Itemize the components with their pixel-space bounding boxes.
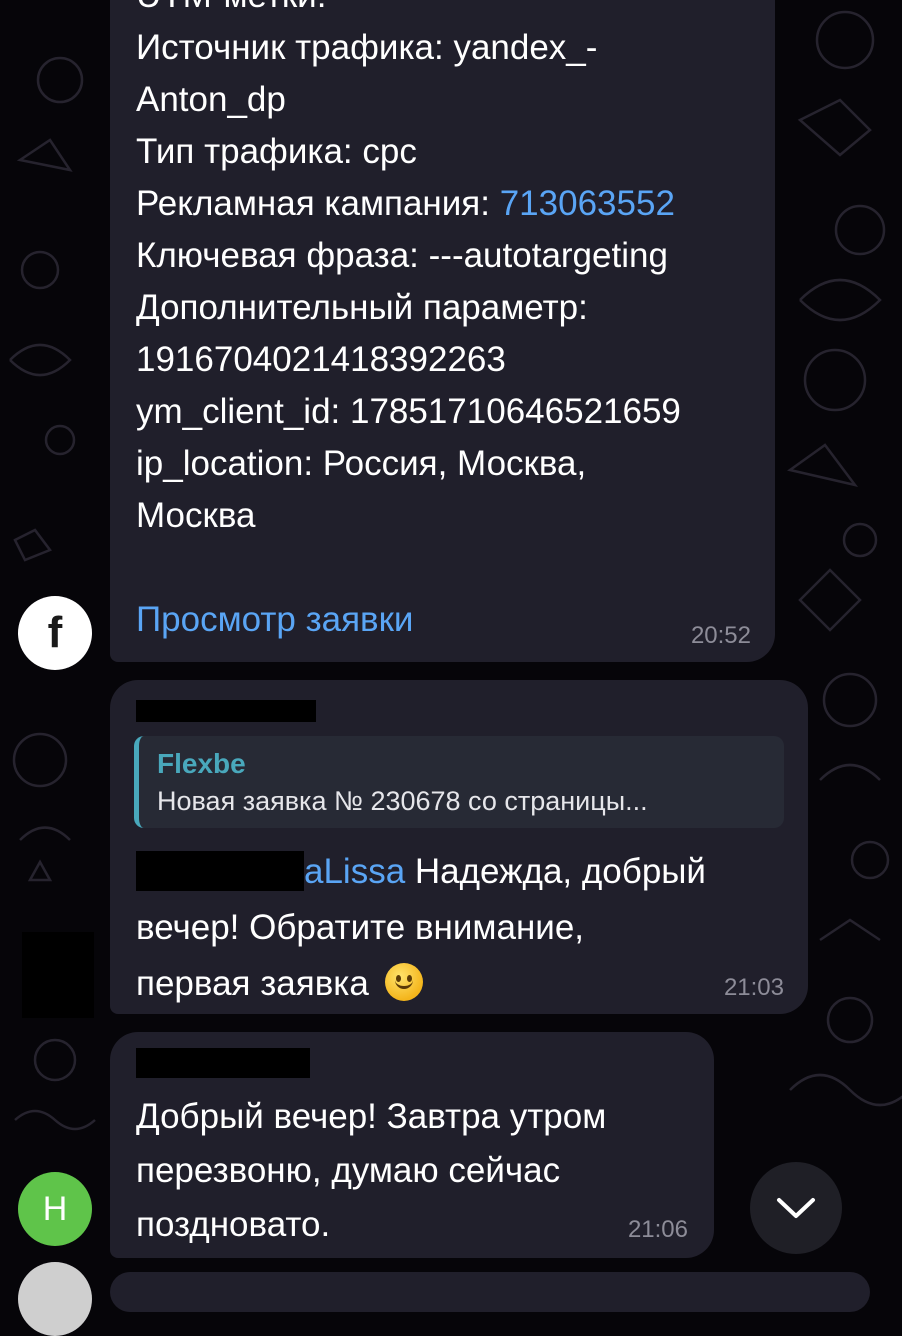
message-bubble-answer: Добрый вечер! Завтра утром перезвоню, ду… [110,1032,714,1258]
traffic-source-line: Источник трафика: yandex_- [136,28,598,67]
message-line-3: первая заявка [136,956,788,1012]
campaign-label: Рекламная кампания: [136,184,500,223]
scroll-down-button[interactable] [750,1162,842,1254]
keyword-line: Ключевая фраза: ---autotargeting [136,236,668,275]
facebook-icon: f [47,608,63,657]
user-avatar-photo[interactable] [18,1262,92,1336]
utm-header-line: UTM-метки: [136,0,755,22]
chevron-down-icon [777,1198,815,1218]
message-bubble-reply: Flexbe Новая заявка № 230678 со страницы… [110,680,808,1014]
message-time: 21:06 [627,1216,688,1243]
smile-emoji-icon [384,963,423,1001]
message-line-3: поздновато. [136,1205,331,1244]
user-avatar-h[interactable]: H [18,1172,92,1246]
ip-location-cont-line: Москва [136,496,256,535]
message-time: 21:03 [723,974,784,1001]
campaign-id-link[interactable]: 713063552 [500,184,675,223]
mention-redaction [136,851,304,891]
client-id-line: ym_client_id: 1785171064652165​9 [136,392,681,431]
reply-title: Flexbe [157,748,246,779]
message-time: 20:52 [690,622,751,649]
next-message-bubble [110,1272,870,1312]
message-line-1: Добрый вечер! Завтра утром [136,1097,607,1136]
sender-name-redacted [136,1048,310,1078]
message-line-3-text: первая заявка [136,964,369,1003]
redaction-bar [136,700,316,722]
message-line-1-text: Надежда, добрый [405,852,706,891]
facebook-avatar[interactable]: f [18,596,92,670]
mention-link[interactable]: aLissa [304,852,405,891]
traffic-source-cont-line: Anton_dp [136,80,286,119]
message-bubble-utm: UTM-метки: Источник трафика: yandex_- An… [110,0,775,662]
message-text: aLissa Надежда, добрый вечер! Обратите в… [136,844,788,1012]
message-line-2: вечер! Обратите внимание, [136,908,585,947]
campaign-line: Рекламная кампания: 713063552 [136,178,755,230]
message-line-2: перезвоню, думаю сейчас [136,1151,561,1190]
reply-quote[interactable]: Flexbe Новая заявка № 230678 со страницы… [134,736,784,828]
reply-text: Новая заявка № 230678 со страницы... [157,786,648,816]
message-line-1: aLissa Надежда, добрый [136,844,788,900]
ip-location-line: ip_location: Россия, Москва, [136,444,587,483]
message-text: Добрый вечер! Завтра утром перезвоню, ду… [136,1090,694,1252]
utm-details: UTM-метки: Источник трафика: yandex_- An… [136,0,755,542]
view-request-link[interactable]: Просмотр заявки [136,594,414,646]
extra-param-label-line: Дополнительный параметр: [136,288,588,327]
traffic-type-line: Тип трафика: cpc [136,132,417,171]
extra-param-value-line: 19167040214183922​63 [136,340,506,379]
redacted-avatar[interactable] [22,932,94,1018]
avatar-initial: H [42,1189,68,1228]
